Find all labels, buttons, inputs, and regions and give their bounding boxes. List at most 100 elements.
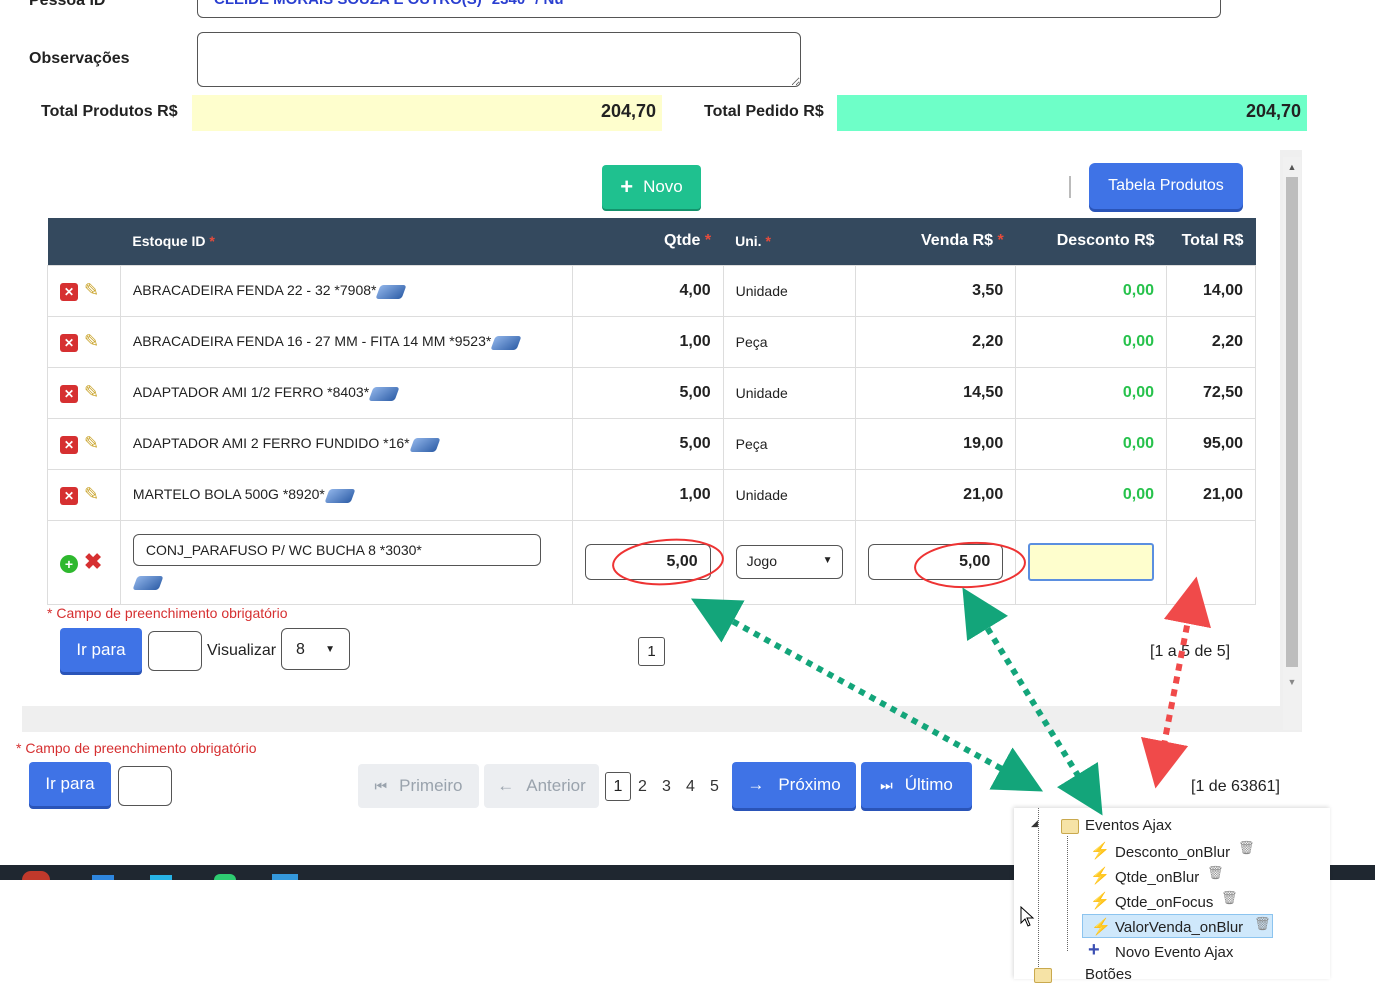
tree-item[interactable]: ⚡ Qtde_onBlur 🗑 <box>1070 865 1300 888</box>
taskbar-app-icon[interactable] <box>22 871 50 880</box>
cell-desconto: 0,00 <box>1015 366 1168 419</box>
book-icon[interactable] <box>324 488 356 503</box>
novo-button[interactable]: + Novo <box>602 165 701 209</box>
cancel-icon[interactable]: ✖ <box>84 549 102 574</box>
outer-page-5[interactable]: 5 <box>710 778 719 796</box>
pessoa-field[interactable]: CLEIDE MORAIS SOUZA E OUTRO(S) *2340* / … <box>197 0 1221 18</box>
trash-icon[interactable]: 🗑 <box>1238 840 1255 856</box>
next-button[interactable]: → Próximo <box>732 762 856 808</box>
trash-icon[interactable]: 🗑 <box>1254 916 1271 932</box>
outer-page-2[interactable]: 2 <box>638 778 647 796</box>
tree-item[interactable]: ⚡ Desconto_onBlur 🗑 <box>1070 840 1300 863</box>
tabela-produtos-label: Tabela Produtos <box>1108 177 1224 194</box>
first-button[interactable]: ⏮ Primeiro <box>358 764 479 808</box>
new-venda-input[interactable]: 5,00 <box>868 544 1004 580</box>
tree-root-label[interactable]: Eventos Ajax <box>1085 817 1172 834</box>
outer-page-1[interactable]: 1 <box>605 772 631 801</box>
outer-page-4[interactable]: 4 <box>686 778 695 796</box>
new-uni-select[interactable]: Jogo ▼ <box>735 545 844 579</box>
tabela-produtos-button[interactable]: Tabela Produtos <box>1089 163 1243 209</box>
taskbar-app-icon[interactable] <box>272 874 298 880</box>
outer-goto-input[interactable] <box>118 766 172 806</box>
book-icon[interactable] <box>490 335 522 350</box>
last-label: Último <box>904 775 953 794</box>
outer-page-3[interactable]: 3 <box>662 778 671 796</box>
delete-icon[interactable]: ✕ <box>60 283 78 301</box>
bolt-icon: ⚡ <box>1090 843 1110 860</box>
delete-icon[interactable]: ✕ <box>60 436 78 454</box>
tree-new-item[interactable]: + Novo Evento Ajax <box>1070 939 1300 963</box>
view-select[interactable]: 8 ▼ <box>281 628 350 670</box>
new-uni-cell: Jogo ▼ <box>722 519 857 605</box>
book-icon[interactable] <box>375 284 408 299</box>
cell-desconto: 0,00 <box>1015 264 1168 317</box>
tree-folder-label[interactable]: Botões <box>1085 966 1132 983</box>
total-pedido-label: Total Pedido R$ <box>704 103 824 120</box>
cell-desconto: 0,00 <box>1015 468 1168 521</box>
outer-goto-button[interactable]: Ir para <box>29 762 111 806</box>
cell-venda: 14,50 <box>855 366 1017 419</box>
last-button[interactable]: ⏭ Último <box>861 762 972 808</box>
new-item-input[interactable]: CONJ_PARAFUSO P/ WC BUCHA 8 *3030* <box>132 533 541 566</box>
cell-item: ADAPTADOR AMI 2 FERRO FUNDIDO *16* <box>119 417 573 470</box>
pencil-icon[interactable]: ✎ <box>84 433 99 454</box>
tree-new-label: Novo Evento Ajax <box>1115 944 1234 961</box>
collapse-icon[interactable]: ◢ <box>1031 818 1038 829</box>
inner-goto-input[interactable] <box>148 631 202 671</box>
table-row: ✕ ✎ ABRACADEIRA FENDA 16 - 27 MM - FITA 1… <box>47 315 1256 368</box>
taskbar-app-icon[interactable] <box>150 875 172 880</box>
cell-item: ADAPTADOR AMI 1/2 FERRO *8403* <box>119 366 573 419</box>
observacoes-textarea[interactable] <box>197 32 801 87</box>
taskbar-app-icon[interactable] <box>92 875 114 880</box>
chevron-down-icon: ▼ <box>325 644 335 655</box>
cell-item: ABRACADEIRA FENDA 16 - 27 MM - FITA 14 M… <box>119 315 573 368</box>
cell-venda: 19,00 <box>855 417 1017 470</box>
add-icon[interactable]: + <box>60 555 78 573</box>
book-icon[interactable] <box>132 576 164 591</box>
scroll-thumb[interactable] <box>1286 177 1298 667</box>
novo-label: Novo <box>643 177 683 196</box>
tree-item-selected[interactable]: ⚡ ValorVenda_onBlur 🗑 <box>1082 914 1273 938</box>
new-desconto-input[interactable] <box>1028 543 1155 581</box>
prev-button[interactable]: ← Anterior <box>484 764 599 808</box>
scroll-up-icon[interactable]: ▲ <box>1283 157 1301 177</box>
scroll-down-icon[interactable]: ▼ <box>1283 667 1301 687</box>
tree-item[interactable]: ⚡ Qtde_onFocus 🗑 <box>1070 890 1300 913</box>
delete-icon[interactable]: ✕ <box>60 334 78 352</box>
items-table: Estoque ID * Qtde * Uni. * Venda R$ * De… <box>47 218 1256 605</box>
taskbar-app-icon[interactable] <box>214 874 236 880</box>
book-icon[interactable] <box>368 386 400 401</box>
new-qtde-input[interactable]: 5,00 <box>584 544 711 580</box>
delete-icon[interactable]: ✕ <box>60 487 78 505</box>
first-label: Primeiro <box>399 776 463 795</box>
last-page-icon: ⏭ <box>880 776 893 793</box>
inner-required-note: * Campo de preenchimento obrigatório <box>47 605 288 621</box>
tree-item-label: Desconto_onBlur <box>1115 844 1231 861</box>
cell-total: 14,00 <box>1166 264 1256 317</box>
pencil-icon[interactable]: ✎ <box>84 331 99 352</box>
table-row: ✕ ✎ ABRACADEIRA FENDA 22 - 32 *7908* 4,00… <box>47 264 1256 317</box>
new-total-cell <box>1166 519 1256 605</box>
inner-page-current[interactable]: 1 <box>638 637 665 666</box>
pencil-icon[interactable]: ✎ <box>84 484 99 505</box>
trash-icon[interactable]: 🗑 <box>1221 890 1238 906</box>
cell-venda: 21,00 <box>855 468 1017 521</box>
pencil-icon[interactable]: ✎ <box>84 382 99 403</box>
table-row: ✕ ✎ MARTELO BOLA 500G *8920* 1,00 Unidade… <box>47 468 1256 521</box>
inner-goto-button[interactable]: Ir para <box>60 628 142 672</box>
cell-item: MARTELO BOLA 500G *8920* <box>119 468 573 521</box>
row-actions: ✕ ✎ <box>47 468 121 521</box>
total-pedido-field: 204,70 <box>837 95 1307 131</box>
table-row: ✕ ✎ ADAPTADOR AMI 2 FERRO FUNDIDO *16* 5,… <box>47 417 1256 470</box>
panel-scrollbar[interactable]: ▲ ▼ <box>1283 157 1301 730</box>
arrow-right-icon: → <box>747 775 765 794</box>
book-icon[interactable] <box>409 437 441 452</box>
next-label: Próximo <box>778 775 841 794</box>
cell-qtde: 5,00 <box>571 417 724 470</box>
delete-icon[interactable]: ✕ <box>60 385 78 403</box>
new-item-cell: CONJ_PARAFUSO P/ WC BUCHA 8 *3030* <box>119 519 573 605</box>
arrow-left-icon: ← <box>497 776 515 795</box>
new-item-row: + ✖ CONJ_PARAFUSO P/ WC BUCHA 8 *3030* 5… <box>47 519 1256 605</box>
pencil-icon[interactable]: ✎ <box>84 280 99 301</box>
trash-icon[interactable]: 🗑 <box>1207 865 1224 881</box>
